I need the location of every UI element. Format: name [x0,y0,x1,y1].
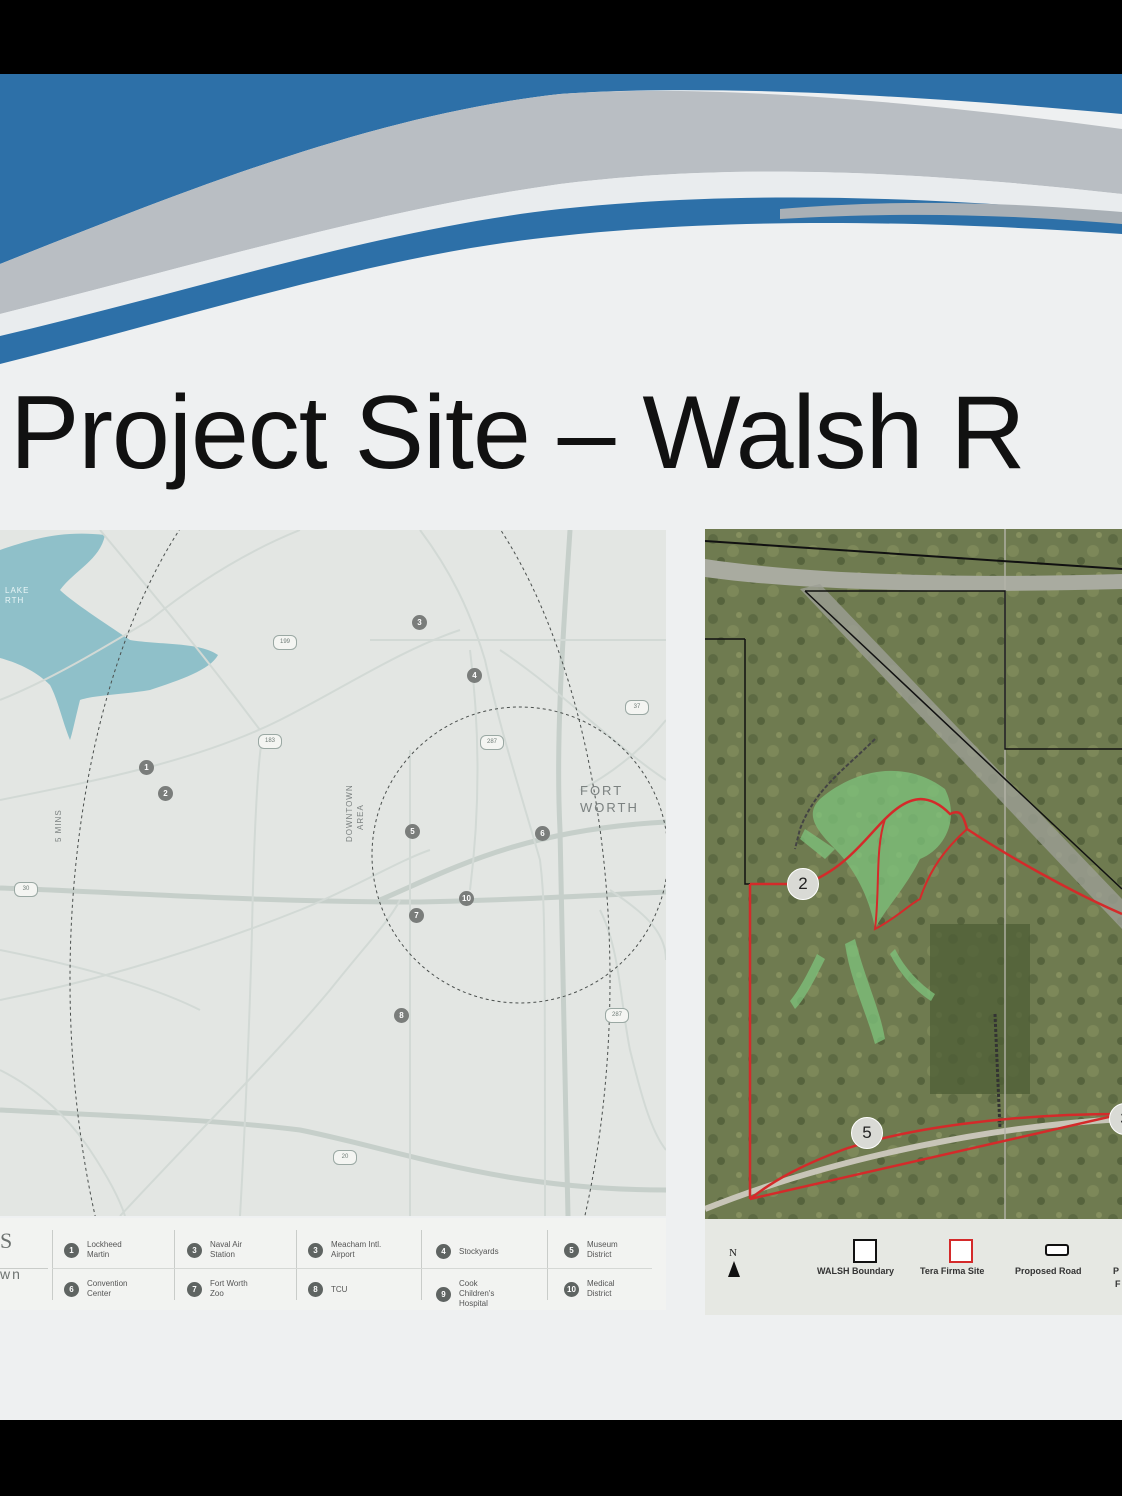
legend-label: Stockyards [459,1246,499,1256]
aerial-imagery [705,529,1122,1219]
downtown-area-label: DOWNTOWN [345,784,354,842]
fort-worth-label-line1: FORT [580,783,624,798]
legend-label: Convention Center [87,1279,128,1298]
north-arrow-icon [728,1261,740,1277]
legend-separator [421,1230,422,1300]
legend-cutoff-label-2: F [1115,1279,1121,1289]
lake-label-line2: RTH [5,596,25,605]
legend-separator [52,1230,53,1300]
legend-label: Cook Children's Hospital [459,1279,495,1308]
fort-worth-label-line2: WORTH [580,800,639,815]
legend-label: Naval Air Station [210,1240,243,1259]
legend-number: 7 [187,1281,202,1297]
highway-shield: 287 [605,1008,629,1023]
legend-item: 10 Medical District [564,1279,639,1299]
map-marker[interactable]: 2 [158,786,173,801]
highway-shield: 20 [333,1150,357,1165]
downtown-label-line2: AREA [356,804,365,830]
legend-label: Fort Worth Zoo [210,1279,248,1298]
walsh-boundary-label: WALSH Boundary [817,1266,895,1276]
legend-item: 5 Museum District [564,1240,639,1260]
legend-number: 3 [187,1242,202,1258]
legend-number: 4 [436,1244,451,1259]
lake-label: LAKE RTH [5,586,29,606]
ring-time-text: 5 MINS [54,809,63,842]
north-label: N [729,1247,737,1259]
legend-item: 9 Cook Children's Hospital [436,1279,511,1309]
legend-label: Lockheed Martin [87,1240,122,1259]
legend-number: 9 [436,1286,451,1302]
legend-separator [547,1230,548,1300]
slide-title: l Project Site – Walsh R [0,375,1025,491]
brand-letter: S [0,1228,13,1253]
legend-number: 1 [64,1242,79,1258]
legend-item: 7 Fort Worth Zoo [187,1279,262,1299]
legend-item: 1 Lockheed Martin [64,1240,139,1260]
fort-worth-label: FORT WORTH [580,782,639,816]
site-badge[interactable]: 5 [851,1117,883,1149]
legend-number: 3 [308,1242,323,1258]
legend-number: 6 [64,1281,79,1297]
map-marker[interactable]: 5 [405,824,420,839]
legend-number: 10 [564,1281,579,1297]
legend-row-divider [52,1268,652,1269]
map-marker[interactable]: 8 [394,1008,409,1023]
map-marker[interactable]: 3 [412,615,427,630]
highway-shield: 183 [258,734,282,749]
legend-number: 8 [308,1282,323,1297]
highway-shield: 199 [273,635,297,650]
legend-cutoff-label: P [1113,1266,1120,1276]
proposed-road-label: Proposed Road [1015,1266,1082,1276]
highway-shield: 287 [480,735,504,750]
fort-worth-map: LAKE RTH FORT WORTH DOWNTOWN AREA 5 MINS… [0,530,666,1216]
legend-label: Museum District [587,1240,618,1259]
map-marker[interactable]: 4 [467,668,482,683]
brand-divider [0,1268,48,1269]
aerial-site-map: 2 5 3 [705,529,1122,1219]
downtown-label-line1: DOWNTOWN [345,784,354,842]
legend-separator [174,1230,175,1300]
map-marker[interactable]: 10 [459,891,474,906]
area-label: AREA [356,804,365,830]
legend-item: 3 Naval Air Station [187,1240,262,1260]
tera-firma-site-icon [949,1239,973,1263]
road-network [0,530,666,1216]
proposed-road-icon [1045,1244,1069,1256]
legend-item: 3 Meacham Intl. Airport [308,1240,383,1260]
lake-label-line1: LAKE [5,586,30,595]
legend-label: TCU [331,1284,348,1294]
legend-number: 5 [564,1242,579,1258]
banner-waves [0,74,1122,364]
map-marker[interactable]: 6 [535,826,550,841]
legend-label: Meacham Intl. Airport [331,1240,382,1259]
highway-shield: 37 [625,700,649,715]
walsh-boundary-icon [853,1239,877,1263]
legend-item: 4 Stockyards [436,1244,511,1259]
tera-firma-site-label: Tera Firma Site [920,1266,985,1276]
map-marker[interactable]: 7 [409,908,424,923]
highway-shield: 30 [14,882,38,897]
site-badge[interactable]: 2 [787,868,819,900]
slide: l Project Site – Walsh R LAKE RTH FORT W… [0,74,1122,1420]
ring-time-label: 5 MINS [54,809,63,842]
legend-separator [296,1230,297,1300]
legend-item: 8 TCU [308,1282,383,1297]
landmark-legend: S wn 1 Lockheed Martin 3 Naval Air Stati… [0,1218,666,1310]
legend-label: Medical District [587,1279,615,1298]
legend-item: 6 Convention Center [64,1279,139,1299]
site-map-legend: N WALSH Boundary Tera Firma Site Propose… [705,1219,1122,1315]
map-marker[interactable]: 1 [139,760,154,775]
